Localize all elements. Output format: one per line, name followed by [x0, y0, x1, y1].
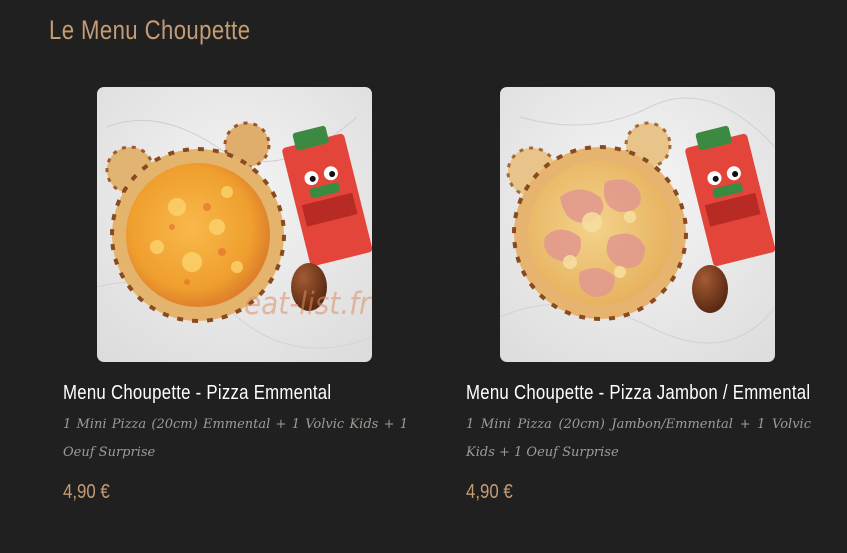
menu-item-price: 4,90 €: [466, 481, 513, 503]
pizza-jambon-emmental-photo[interactable]: [500, 87, 775, 362]
menu-item-card[interactable]: Menu Choupette - Pizza Emmental 1 Mini P…: [63, 87, 423, 504]
pizza-emmental-photo[interactable]: [97, 87, 372, 362]
section-title: Le Menu Choupette: [49, 15, 251, 45]
menu-item-description: 1 Mini Pizza (20cm) Emmental + 1 Volvic …: [63, 417, 408, 460]
menu-item-card[interactable]: Menu Choupette - Pizza Jambon / Emmental…: [466, 87, 826, 504]
menu-item-description: 1 Mini Pizza (20cm) Jambon/Emmental + 1 …: [466, 417, 811, 460]
menu-item-name: Menu Choupette - Pizza Emmental: [63, 382, 332, 404]
menu-item-price: 4,90 €: [63, 481, 110, 503]
menu-item-name: Menu Choupette - Pizza Jambon / Emmental: [466, 382, 811, 404]
